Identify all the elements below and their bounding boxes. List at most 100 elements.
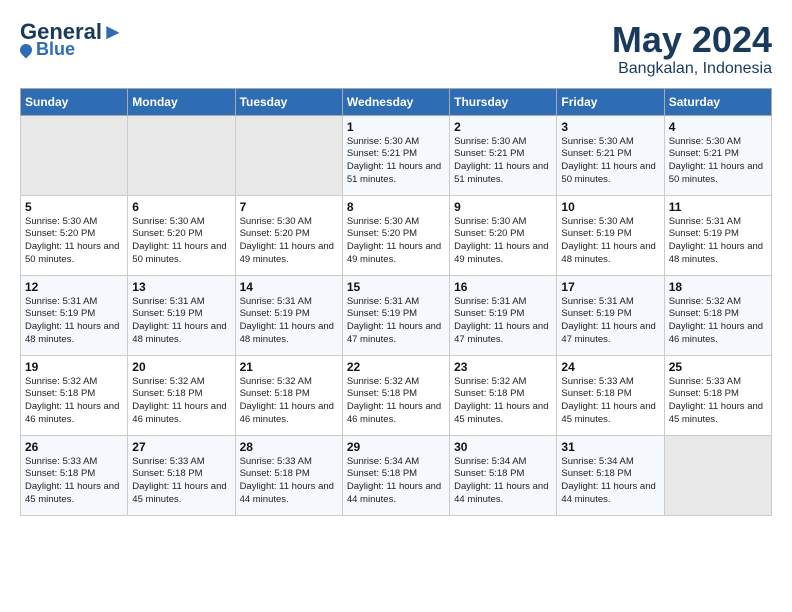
day-number: 15 bbox=[347, 280, 445, 294]
day-number: 2 bbox=[454, 120, 552, 134]
calendar-cell: 14Sunrise: 5:31 AM Sunset: 5:19 PM Dayli… bbox=[235, 275, 342, 355]
day-number: 14 bbox=[240, 280, 338, 294]
calendar-cell: 30 Sunrise: 5:34 AM Sunset: 5:18 PM Dayli… bbox=[450, 435, 557, 515]
calendar-cell: 11Sunrise: 5:31 AM Sunset: 5:19 PM Dayli… bbox=[664, 195, 771, 275]
day-number: 6 bbox=[132, 200, 230, 214]
day-number: 19 bbox=[25, 360, 123, 374]
calendar-cell: 24Sunrise: 5:33 AM Sunset: 5:18 PM Dayli… bbox=[557, 355, 664, 435]
cell-info: Sunrise: 5:31 AM Sunset: 5:19 PM Dayligh… bbox=[561, 296, 659, 347]
day-number: 7 bbox=[240, 200, 338, 214]
day-number: 31 bbox=[561, 440, 659, 454]
calendar-cell: 7 Sunrise: 5:30 AM Sunset: 5:20 PM Daylig… bbox=[235, 195, 342, 275]
cell-info: Sunrise: 5:32 AM Sunset: 5:18 PM Dayligh… bbox=[669, 296, 767, 347]
day-number: 26 bbox=[25, 440, 123, 454]
column-header-saturday: Saturday bbox=[664, 88, 771, 115]
day-number: 22 bbox=[347, 360, 445, 374]
day-number: 5 bbox=[25, 200, 123, 214]
calendar-week-row: 5 Sunrise: 5:30 AM Sunset: 5:20 PM Daylig… bbox=[21, 195, 772, 275]
day-number: 17 bbox=[561, 280, 659, 294]
calendar-week-row: 1 Sunrise: 5:30 AM Sunset: 5:21 PM Daylig… bbox=[21, 115, 772, 195]
cell-info: Sunrise: 5:30 AM Sunset: 5:21 PM Dayligh… bbox=[669, 136, 767, 187]
day-number: 27 bbox=[132, 440, 230, 454]
day-number: 21 bbox=[240, 360, 338, 374]
calendar-cell: 28Sunrise: 5:33 AM Sunset: 5:18 PM Dayli… bbox=[235, 435, 342, 515]
day-number: 23 bbox=[454, 360, 552, 374]
cell-info: Sunrise: 5:32 AM Sunset: 5:18 PM Dayligh… bbox=[347, 376, 445, 427]
day-number: 10 bbox=[561, 200, 659, 214]
day-number: 30 bbox=[454, 440, 552, 454]
calendar-cell: 26 Sunrise: 5:33 AM Sunset: 5:18 PM Dayli… bbox=[21, 435, 128, 515]
cell-info: Sunrise: 5:30 AM Sunset: 5:20 PM Dayligh… bbox=[347, 216, 445, 267]
column-header-monday: Monday bbox=[128, 88, 235, 115]
cell-info: Sunrise: 5:30 AM Sunset: 5:21 PM Dayligh… bbox=[347, 136, 445, 187]
cell-info: Sunrise: 5:30 AM Sunset: 5:21 PM Dayligh… bbox=[561, 136, 659, 187]
cell-info: Sunrise: 5:32 AM Sunset: 5:18 PM Dayligh… bbox=[132, 376, 230, 427]
column-header-wednesday: Wednesday bbox=[342, 88, 449, 115]
calendar-cell: 1 Sunrise: 5:30 AM Sunset: 5:21 PM Daylig… bbox=[342, 115, 449, 195]
day-number: 16 bbox=[454, 280, 552, 294]
day-number: 9 bbox=[454, 200, 552, 214]
column-header-friday: Friday bbox=[557, 88, 664, 115]
cell-info: Sunrise: 5:30 AM Sunset: 5:20 PM Dayligh… bbox=[454, 216, 552, 267]
calendar-cell: 27 Sunrise: 5:33 AM Sunset: 5:18 PM Dayli… bbox=[128, 435, 235, 515]
calendar-cell: 10Sunrise: 5:30 AM Sunset: 5:19 PM Dayli… bbox=[557, 195, 664, 275]
calendar-table: SundayMondayTuesdayWednesdayThursdayFrid… bbox=[20, 88, 772, 516]
calendar-cell: 20Sunrise: 5:32 AM Sunset: 5:18 PM Dayli… bbox=[128, 355, 235, 435]
cell-info: Sunrise: 5:32 AM Sunset: 5:18 PM Dayligh… bbox=[240, 376, 338, 427]
calendar-cell: 16 Sunrise: 5:31 AM Sunset: 5:19 PM Dayli… bbox=[450, 275, 557, 355]
cell-info: Sunrise: 5:33 AM Sunset: 5:18 PM Dayligh… bbox=[669, 376, 767, 427]
calendar-cell: 13 Sunrise: 5:31 AM Sunset: 5:19 PM Dayli… bbox=[128, 275, 235, 355]
column-header-tuesday: Tuesday bbox=[235, 88, 342, 115]
cell-info: Sunrise: 5:31 AM Sunset: 5:19 PM Dayligh… bbox=[132, 296, 230, 347]
calendar-week-row: 12 Sunrise: 5:31 AM Sunset: 5:19 PM Dayli… bbox=[21, 275, 772, 355]
location: Bangkalan, Indonesia bbox=[612, 60, 772, 78]
cell-info: Sunrise: 5:31 AM Sunset: 5:19 PM Dayligh… bbox=[347, 296, 445, 347]
title-block: May 2024 Bangkalan, Indonesia bbox=[612, 20, 772, 78]
day-number: 18 bbox=[669, 280, 767, 294]
calendar-cell bbox=[235, 115, 342, 195]
calendar-week-row: 26 Sunrise: 5:33 AM Sunset: 5:18 PM Dayli… bbox=[21, 435, 772, 515]
logo: General► Blue bbox=[20, 20, 124, 60]
cell-info: Sunrise: 5:34 AM Sunset: 5:18 PM Dayligh… bbox=[561, 456, 659, 507]
calendar-cell bbox=[128, 115, 235, 195]
cell-info: Sunrise: 5:30 AM Sunset: 5:20 PM Dayligh… bbox=[240, 216, 338, 267]
calendar-cell: 5 Sunrise: 5:30 AM Sunset: 5:20 PM Daylig… bbox=[21, 195, 128, 275]
calendar-cell: 18 Sunrise: 5:32 AM Sunset: 5:18 PM Dayli… bbox=[664, 275, 771, 355]
day-number: 11 bbox=[669, 200, 767, 214]
cell-info: Sunrise: 5:33 AM Sunset: 5:18 PM Dayligh… bbox=[132, 456, 230, 507]
calendar-cell: 9 Sunrise: 5:30 AM Sunset: 5:20 PM Daylig… bbox=[450, 195, 557, 275]
cell-info: Sunrise: 5:33 AM Sunset: 5:18 PM Dayligh… bbox=[25, 456, 123, 507]
calendar-cell: 17 Sunrise: 5:31 AM Sunset: 5:19 PM Dayli… bbox=[557, 275, 664, 355]
calendar-cell bbox=[21, 115, 128, 195]
cell-info: Sunrise: 5:34 AM Sunset: 5:18 PM Dayligh… bbox=[347, 456, 445, 507]
calendar-cell: 8 Sunrise: 5:30 AM Sunset: 5:20 PM Daylig… bbox=[342, 195, 449, 275]
day-number: 12 bbox=[25, 280, 123, 294]
cell-info: Sunrise: 5:30 AM Sunset: 5:20 PM Dayligh… bbox=[132, 216, 230, 267]
calendar-cell: 29 Sunrise: 5:34 AM Sunset: 5:18 PM Dayli… bbox=[342, 435, 449, 515]
day-number: 8 bbox=[347, 200, 445, 214]
day-number: 1 bbox=[347, 120, 445, 134]
cell-info: Sunrise: 5:32 AM Sunset: 5:18 PM Dayligh… bbox=[25, 376, 123, 427]
calendar-cell: 19 Sunrise: 5:32 AM Sunset: 5:18 PM Dayli… bbox=[21, 355, 128, 435]
day-number: 28 bbox=[240, 440, 338, 454]
cell-info: Sunrise: 5:31 AM Sunset: 5:19 PM Dayligh… bbox=[454, 296, 552, 347]
calendar-cell: 3 Sunrise: 5:30 AM Sunset: 5:21 PM Daylig… bbox=[557, 115, 664, 195]
day-number: 3 bbox=[561, 120, 659, 134]
cell-info: Sunrise: 5:30 AM Sunset: 5:20 PM Dayligh… bbox=[25, 216, 123, 267]
day-number: 24 bbox=[561, 360, 659, 374]
logo-blue: Blue bbox=[36, 40, 75, 60]
cell-info: Sunrise: 5:31 AM Sunset: 5:19 PM Dayligh… bbox=[25, 296, 123, 347]
calendar-cell: 25Sunrise: 5:33 AM Sunset: 5:18 PM Dayli… bbox=[664, 355, 771, 435]
calendar-cell: 31 Sunrise: 5:34 AM Sunset: 5:18 PM Dayli… bbox=[557, 435, 664, 515]
calendar-cell: 6 Sunrise: 5:30 AM Sunset: 5:20 PM Daylig… bbox=[128, 195, 235, 275]
calendar-cell: 2 Sunrise: 5:30 AM Sunset: 5:21 PM Daylig… bbox=[450, 115, 557, 195]
cell-info: Sunrise: 5:32 AM Sunset: 5:18 PM Dayligh… bbox=[454, 376, 552, 427]
calendar-cell: 4Sunrise: 5:30 AM Sunset: 5:21 PM Daylig… bbox=[664, 115, 771, 195]
column-header-sunday: Sunday bbox=[21, 88, 128, 115]
calendar-cell: 22 Sunrise: 5:32 AM Sunset: 5:18 PM Dayli… bbox=[342, 355, 449, 435]
cell-info: Sunrise: 5:30 AM Sunset: 5:21 PM Dayligh… bbox=[454, 136, 552, 187]
cell-info: Sunrise: 5:34 AM Sunset: 5:18 PM Dayligh… bbox=[454, 456, 552, 507]
day-number: 13 bbox=[132, 280, 230, 294]
calendar-cell: 15 Sunrise: 5:31 AM Sunset: 5:19 PM Dayli… bbox=[342, 275, 449, 355]
day-number: 29 bbox=[347, 440, 445, 454]
